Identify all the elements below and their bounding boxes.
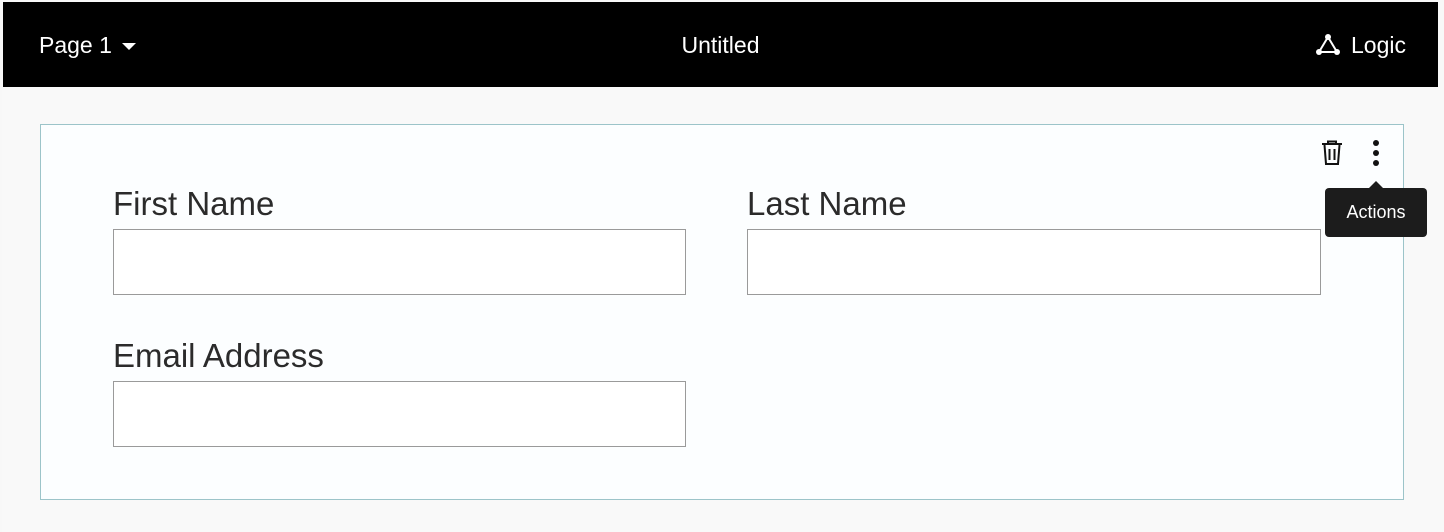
logic-graph-icon xyxy=(1316,34,1341,55)
actions-tooltip: Actions xyxy=(1325,181,1427,237)
document-title: Untitled xyxy=(681,32,760,58)
email-label: Email Address xyxy=(113,337,324,374)
delete-button[interactable] xyxy=(1319,137,1345,169)
last-name-input[interactable] xyxy=(747,229,1321,295)
more-vertical-icon xyxy=(1373,140,1379,166)
top-bar: Page 1 Untitled Logic xyxy=(3,2,1438,87)
first-name-input[interactable] xyxy=(113,229,686,295)
first-name-label: First Name xyxy=(113,185,275,222)
section-toolbar xyxy=(1319,137,1389,169)
last-name-label: Last Name xyxy=(747,185,907,222)
form-section[interactable]: Actions First Name Last Name Email Addre… xyxy=(40,124,1427,500)
actions-button[interactable] xyxy=(1363,137,1389,169)
logic-button[interactable]: Logic xyxy=(1315,28,1406,62)
logic-label: Logic xyxy=(1351,31,1406,58)
email-input[interactable] xyxy=(113,381,686,447)
trash-icon xyxy=(1322,140,1342,165)
